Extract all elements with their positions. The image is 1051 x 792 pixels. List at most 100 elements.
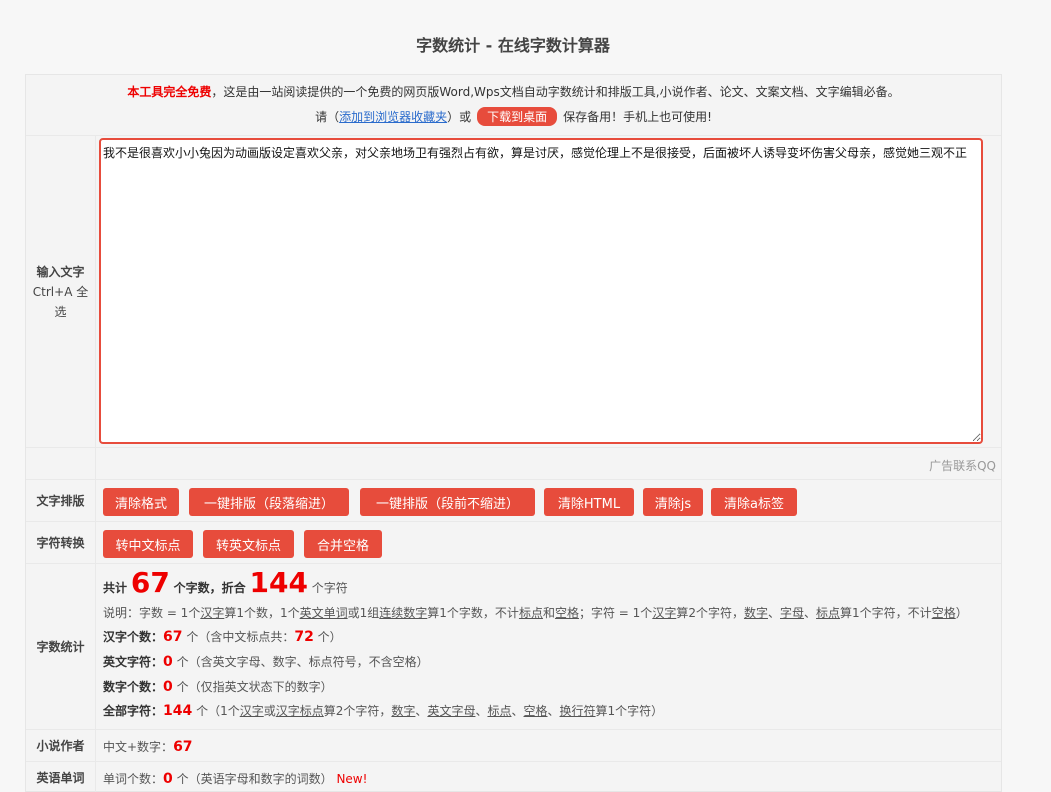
format-no-indent-button[interactable]: 一键排版（段前不缩进） (360, 488, 535, 516)
intro-line: 本工具完全免费，这是由一站阅读提供的一个免费的网页版Word,Wps文档自动字数… (26, 83, 1001, 100)
explain-term[interactable]: 空格 (555, 606, 579, 620)
word-label-text: 英语单词 (36, 770, 85, 785)
format-indent-button[interactable]: 一键排版（段落缩进） (189, 488, 349, 516)
total-prefix: 共计 (103, 581, 128, 595)
all-term[interactable]: 数字 (391, 704, 415, 718)
format-label-text: 文字排版 (36, 493, 85, 508)
english-line: 英文字符：0 个（含英文字母、数字、标点符号，不含空格） (103, 653, 429, 670)
all-text: 、 (475, 704, 488, 718)
input-row: 输入文字 Ctrl+A 全选 我不是很喜欢小小兔因为动画版设定喜欢父亲，对父亲地… (26, 136, 1001, 448)
ad-text[interactable]: 广告联系QQ (97, 448, 1001, 479)
all-text: 或 (263, 704, 276, 718)
clear-format-button[interactable]: 清除格式 (103, 488, 179, 516)
explain-term[interactable]: 标点 (816, 606, 840, 620)
convert-row: 字符转换 转中文标点 转英文标点 合并空格 (26, 522, 1001, 564)
download-button[interactable]: 下载到桌面 (477, 107, 558, 126)
to-chinese-punct-button[interactable]: 转中文标点 (103, 530, 193, 558)
explain-term[interactable]: 汉字 (652, 606, 676, 620)
explain-text: 算1个数，1个 (224, 606, 300, 620)
all-text: 、 (415, 704, 428, 718)
input-label: 输入文字 Ctrl+A 全选 (26, 136, 96, 447)
explain-text: 、 (804, 606, 817, 620)
please-text: 请（ (315, 110, 340, 124)
stats-label: 字数统计 (26, 564, 96, 729)
ad-label (26, 448, 96, 479)
explain-term[interactable]: 连续数字 (379, 606, 427, 620)
explain-term[interactable]: 字母 (780, 606, 804, 620)
all-count: 144 (163, 703, 193, 719)
digits-rest: 个（仅指英文状态下的数字） (176, 680, 333, 694)
word-label: 英语单词 (26, 762, 96, 792)
explain-term[interactable]: 标点 (519, 606, 543, 620)
bookmark-link[interactable]: 添加到浏览器收藏夹 (339, 110, 447, 124)
explain-term[interactable]: 英文单词 (300, 606, 348, 620)
all-term[interactable]: 换行符 (560, 704, 596, 718)
hanzi-line: 汉字个数：67 个（含中文标点共：72 个） (103, 628, 342, 645)
hanzi-count: 67 (163, 629, 183, 645)
hanzi-label: 汉字个数： (103, 630, 164, 644)
all-label: 全部字符： (103, 704, 164, 718)
merge-spaces-button[interactable]: 合并空格 (304, 530, 382, 558)
clear-js-button[interactable]: 清除js (643, 488, 703, 516)
clear-html-button[interactable]: 清除HTML (544, 488, 634, 516)
explain-term[interactable]: 数字 (744, 606, 768, 620)
total-words-unit: 个字数，折合 (173, 581, 246, 595)
digits-line: 数字个数：0 个（仅指英文状态下的数字） (103, 678, 333, 695)
all-term[interactable]: 汉字 (240, 704, 264, 718)
word-count: 0 (163, 771, 173, 787)
free-notice: 本工具完全免费 (127, 85, 212, 99)
convert-label: 字符转换 (26, 522, 96, 563)
stats-label-text: 字数统计 (36, 639, 85, 654)
convert-buttons: 转中文标点 转英文标点 合并空格 (97, 522, 1001, 563)
format-buttons: 清除格式 一键排版（段落缩进） 一键排版（段前不缩进） 清除HTML 清除js … (97, 480, 1001, 521)
new-badge: New! (336, 772, 368, 786)
explain-term[interactable]: 汉字 (200, 606, 224, 620)
all-term[interactable]: 英文字母 (427, 704, 475, 718)
word-row: 英语单词 单词个数：0 个（英语字母和数字的词数） New! (26, 762, 1001, 792)
digits-count: 0 (163, 679, 173, 695)
all-text: 算1个字符） (595, 704, 664, 718)
explain-text: 算2个字符， (676, 606, 744, 620)
novel-cell: 中文+数字：67 (97, 730, 1001, 761)
all-term[interactable]: 标点 (487, 704, 511, 718)
novel-count: 67 (173, 739, 193, 755)
total-line: 共计 67 个字数，折合 144 个字符 (103, 566, 348, 599)
intro-actions: 请（添加到浏览器收藏夹）或 下载到桌面 保存备用！手机上也可使用! (26, 107, 1001, 126)
to-english-punct-button[interactable]: 转英文标点 (203, 530, 294, 558)
input-label-title: 输入文字 (36, 264, 85, 279)
all-term[interactable]: 汉字标点 (276, 704, 324, 718)
page-title: 字数统计 - 在线字数计算器 (416, 36, 610, 55)
stats-row: 字数统计 共计 67 个字数，折合 144 个字符 说明：字数 = 1个汉字算1… (26, 564, 1001, 730)
explain-text: 或1组 (347, 606, 380, 620)
all-text: 、 (547, 704, 560, 718)
word-line: 单词个数：0 个（英语字母和数字的词数） New! (103, 770, 367, 787)
explain-text: 算1个字数，不计 (427, 606, 519, 620)
ad-row: 广告联系QQ (26, 448, 1001, 480)
text-input[interactable]: 我不是很喜欢小小兔因为动画版设定喜欢父亲，对父亲地场卫有强烈占有欲，算是讨厌，感… (99, 138, 983, 444)
word-rest: 个（英语字母和数字的词数） (176, 772, 333, 786)
input-cell: 我不是很喜欢小小兔因为动画版设定喜欢父亲，对父亲地场卫有强烈占有欲，算是讨厌，感… (97, 136, 1001, 447)
word-text: 单词个数： (103, 772, 164, 786)
explain-text: ） (955, 606, 968, 620)
word-cell: 单词个数：0 个（英语字母和数字的词数） New! (97, 762, 1001, 792)
total-chars: 144 (249, 566, 308, 599)
novel-text: 中文+数字： (103, 740, 174, 754)
english-count: 0 (163, 654, 173, 670)
hanzi-punct-count: 72 (294, 629, 314, 645)
novel-row: 小说作者 中文+数字：67 (26, 730, 1001, 762)
novel-label-text: 小说作者 (36, 738, 85, 753)
clear-a-tag-button[interactable]: 清除a标签 (711, 488, 797, 516)
explain-term[interactable]: 空格 (932, 606, 956, 620)
explain-text: 说明：字数 = 1个 (103, 606, 201, 620)
all-chars-line: 全部字符：144 个（1个汉字或汉字标点算2个字符，数字、英文字母、标点、空格、… (103, 702, 663, 719)
total-words: 67 (130, 566, 170, 599)
digits-label: 数字个数： (103, 680, 164, 694)
intro-desc: ，这是由一站阅读提供的一个免费的网页版Word,Wps文档自动字数统计和排版工具… (211, 85, 900, 99)
hanzi-unit: 个（含中文标点共： (186, 630, 295, 644)
explain-text: 和 (542, 606, 555, 620)
all-text: 、 (511, 704, 524, 718)
tool-panel: 本工具完全免费，这是由一站阅读提供的一个免费的网页版Word,Wps文档自动字数… (25, 74, 1002, 792)
save-text: 保存备用！手机上也可使用! (563, 110, 712, 124)
all-term[interactable]: 空格 (524, 704, 548, 718)
total-chars-unit: 个字符 (311, 581, 348, 595)
